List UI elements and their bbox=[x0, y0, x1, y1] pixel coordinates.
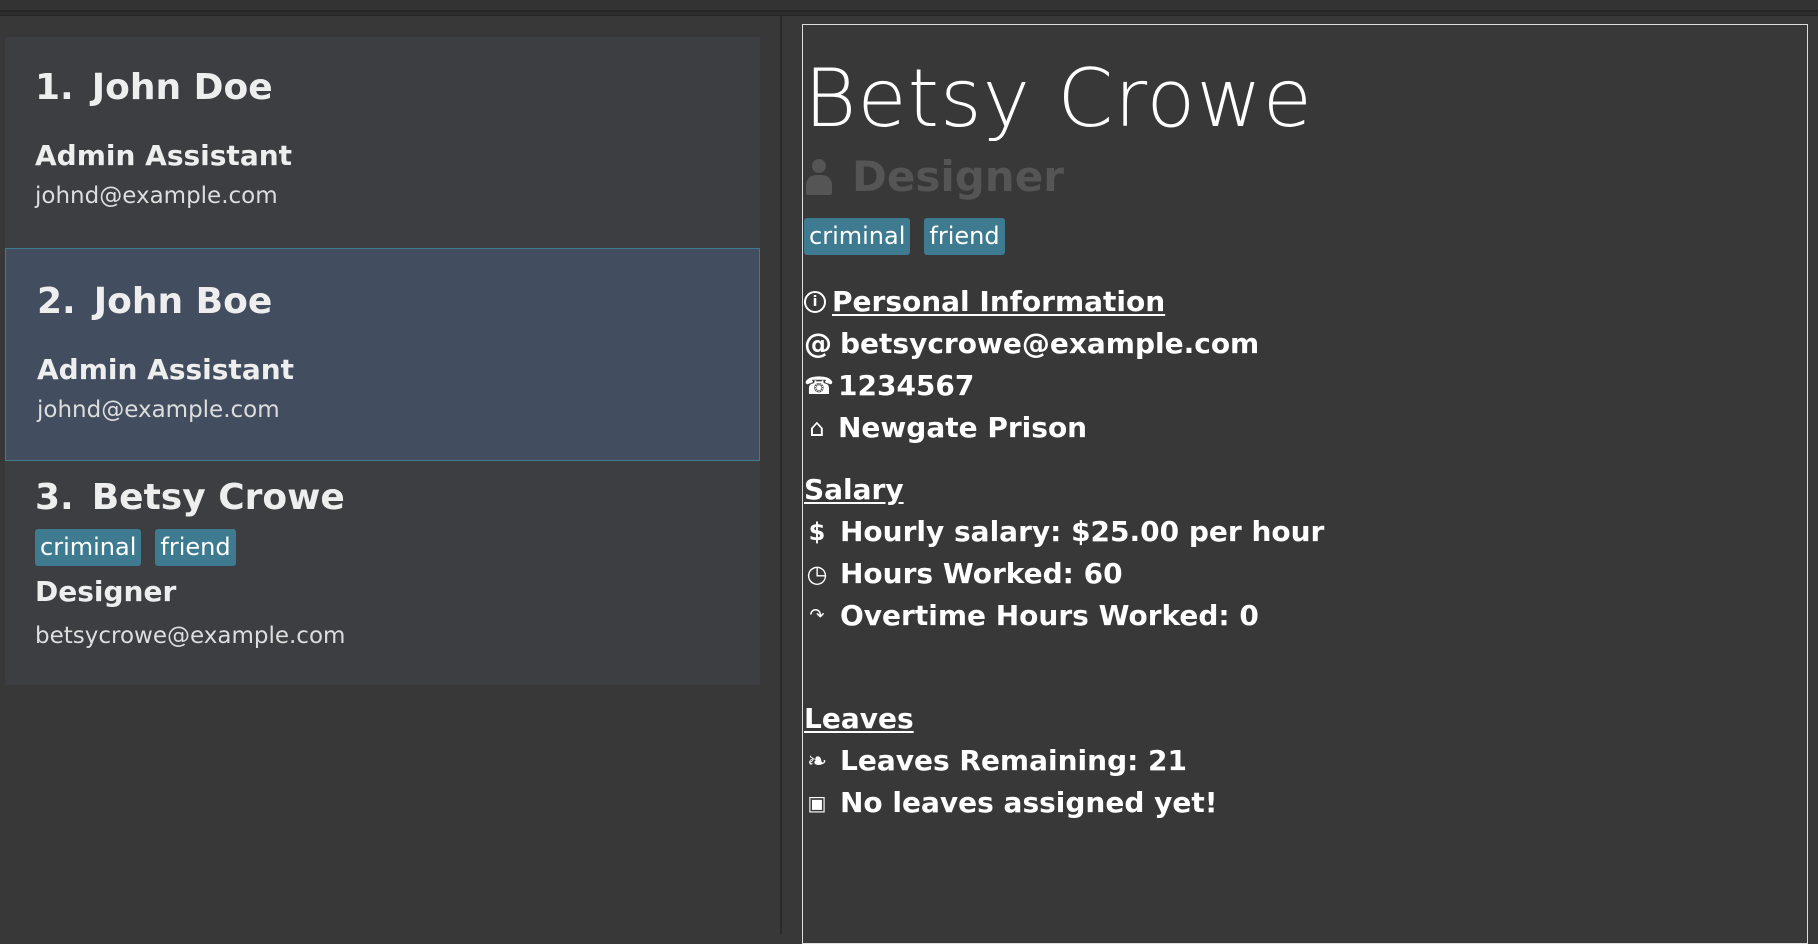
section-title-personal: Personal Information bbox=[832, 285, 1166, 318]
detail-email: betsycrowe@example.com bbox=[840, 327, 1260, 360]
phone-icon: ☎ bbox=[804, 371, 834, 400]
hourly-salary-row: $ Hourly salary: $25.00 per hour bbox=[804, 515, 1325, 548]
overtime-row: ↷ Overtime Hours Worked: 0 bbox=[804, 599, 1259, 632]
home-icon: ⌂ bbox=[809, 413, 825, 442]
personal-info-heading: i Personal Information bbox=[804, 285, 1165, 318]
detail-role-row: Designer bbox=[804, 152, 1064, 201]
person-card-name: John Boe bbox=[93, 281, 273, 322]
person-card-title: 2. John Boe bbox=[37, 281, 272, 322]
clock-icon: ◷ bbox=[806, 559, 828, 588]
address-row: ⌂ Newgate Prison bbox=[804, 411, 1087, 444]
person-icon bbox=[804, 157, 834, 197]
section-title-salary: Salary bbox=[804, 473, 904, 506]
info-icon: i bbox=[804, 290, 826, 313]
detail-overtime: Overtime Hours Worked: 0 bbox=[840, 599, 1259, 632]
menu-bar-strip bbox=[0, 0, 1818, 12]
detail-hourly-salary: Hourly salary: $25.00 per hour bbox=[840, 515, 1325, 548]
tag-badge: criminal bbox=[35, 529, 142, 566]
person-card-john-doe[interactable]: 1. John Doe Admin Assistant johnd@example… bbox=[5, 37, 760, 248]
person-card-name: John Doe bbox=[91, 67, 273, 108]
section-title-leaves: Leaves bbox=[804, 702, 914, 735]
person-card-email: johnd@example.com bbox=[37, 397, 280, 423]
person-card-betsy-crowe[interactable]: 3. Betsy Crowe criminal friend Designer b… bbox=[5, 461, 760, 685]
hours-worked-row: ◷ Hours Worked: 60 bbox=[804, 557, 1123, 590]
person-card-index: 2. bbox=[37, 281, 76, 322]
at-icon: @ bbox=[804, 327, 832, 360]
tag-badge: friend bbox=[924, 218, 1005, 255]
person-card-john-boe[interactable]: 2. John Boe Admin Assistant johnd@example… bbox=[5, 248, 760, 461]
person-list[interactable]: 1. John Doe Admin Assistant johnd@example… bbox=[5, 37, 760, 685]
salary-heading: Salary bbox=[804, 473, 904, 506]
person-card-role: Admin Assistant bbox=[37, 353, 295, 386]
detail-address: Newgate Prison bbox=[838, 411, 1088, 444]
leaves-heading: Leaves bbox=[804, 702, 914, 735]
person-card-tags: criminal friend bbox=[35, 529, 236, 566]
phone-row: ☎ 1234567 bbox=[804, 369, 974, 402]
tag-badge: friend bbox=[155, 529, 236, 566]
person-list-panel: 1. John Doe Admin Assistant johnd@example… bbox=[0, 16, 780, 934]
detail-phone: 1234567 bbox=[838, 369, 975, 402]
person-card-role: Designer bbox=[35, 575, 177, 608]
detail-role: Designer bbox=[852, 152, 1064, 201]
person-detail-panel: Betsy Crowe Designer criminal friend i P… bbox=[782, 16, 1818, 944]
person-card-index: 1. bbox=[35, 67, 74, 108]
person-card-name: Betsy Crowe bbox=[91, 477, 345, 518]
leaves-remaining-row: ❧ Leaves Remaining: 21 bbox=[804, 744, 1187, 777]
person-card-email: johnd@example.com bbox=[35, 183, 278, 209]
leaves-assigned-row: ▣ No leaves assigned yet! bbox=[804, 786, 1218, 819]
calendar-icon: ▣ bbox=[807, 790, 827, 815]
window-top-bar bbox=[0, 0, 1818, 16]
dollar-icon: $ bbox=[808, 517, 826, 546]
tag-badge: criminal bbox=[804, 218, 911, 255]
detail-tags: criminal friend bbox=[804, 218, 1005, 255]
person-card-title: 3. Betsy Crowe bbox=[35, 477, 345, 518]
person-card-email: betsycrowe@example.com bbox=[35, 623, 346, 649]
email-row: @ betsycrowe@example.com bbox=[804, 327, 1259, 360]
person-card-role: Admin Assistant bbox=[35, 139, 293, 172]
overtime-arrow-icon: ↷ bbox=[809, 605, 825, 626]
leaf-icon: ❧ bbox=[806, 746, 828, 775]
person-card-title: 1. John Doe bbox=[35, 67, 273, 108]
detail-leaves-remaining: Leaves Remaining: 21 bbox=[840, 744, 1188, 777]
detail-leaves-assigned: No leaves assigned yet! bbox=[840, 786, 1218, 819]
detail-hours-worked: Hours Worked: 60 bbox=[840, 557, 1123, 590]
detail-name: Betsy Crowe bbox=[804, 52, 1314, 145]
person-card-index: 3. bbox=[35, 477, 74, 518]
